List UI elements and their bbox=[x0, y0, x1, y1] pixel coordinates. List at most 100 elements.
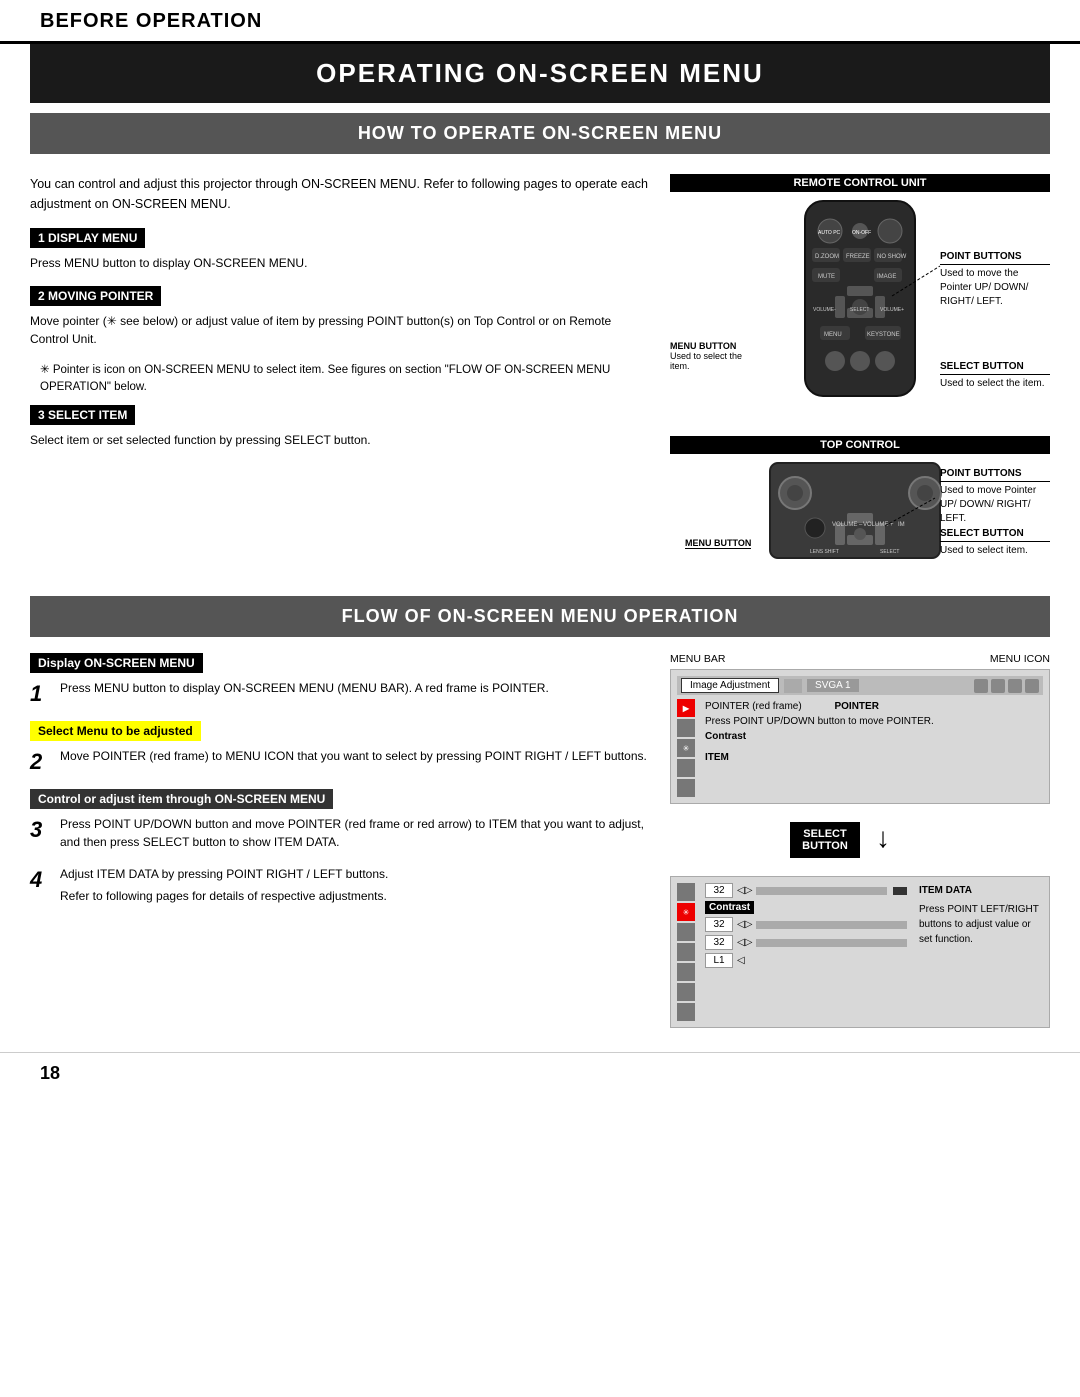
icon-contrast: ✳ bbox=[677, 739, 695, 757]
flow-step4-text1: Adjust ITEM DATA by pressing POINT RIGHT… bbox=[60, 865, 388, 883]
data-arrow-5: ◁ bbox=[737, 955, 745, 966]
step4-number: 4 bbox=[30, 867, 50, 905]
flow-step4-text2: Refer to following pages for details of … bbox=[60, 887, 388, 905]
select-button-box: SELECTBUTTON bbox=[790, 822, 860, 858]
svg-text:MUTE: MUTE bbox=[818, 274, 835, 280]
step1-text: Press MENU button to display ON-SCREEN M… bbox=[30, 254, 650, 272]
menu-tab-image: Image Adjustment bbox=[681, 678, 779, 693]
menu-button-desc: Used to select the item. bbox=[670, 351, 750, 371]
flow-right: MENU BAR MENU ICON Image Adjustment SVGA… bbox=[670, 653, 1050, 1036]
svg-text:VOLUME +: VOLUME + bbox=[863, 522, 894, 528]
svg-text:ON-OFF: ON-OFF bbox=[852, 230, 871, 236]
data-val-5: L1 bbox=[705, 953, 733, 968]
step3-label: 3 SELECT ITEM bbox=[30, 405, 135, 425]
svg-text:KEYSTONE: KEYSTONE bbox=[867, 332, 900, 338]
page-container: BEFORE OPERATION OPERATING ON-SCREEN MEN… bbox=[0, 0, 1080, 1094]
data-arrow-3: ◁▷ bbox=[737, 919, 752, 930]
menu-icon-label: MENU ICON bbox=[990, 653, 1050, 665]
main-title-bar: OPERATING ON-SCREEN MENU bbox=[30, 44, 1050, 103]
page-number-area: 18 bbox=[0, 1052, 1080, 1094]
contrast-label-diag: Contrast bbox=[705, 731, 1043, 742]
arrow-down-icon: ↓ bbox=[876, 822, 890, 854]
data-icon3 bbox=[677, 923, 695, 941]
remote-control-svg: AUTO PC ON-OFF D.ZOOM FREEZE NO SHOW MUT… bbox=[750, 196, 970, 426]
top-select-btn-desc: Used to select item. bbox=[940, 544, 1050, 558]
top-menu-button-label: MENU BUTTON bbox=[685, 538, 751, 548]
svg-text:FREEZE: FREEZE bbox=[846, 254, 870, 260]
svg-text:MENU: MENU bbox=[824, 332, 842, 338]
data-arrow-4: ◁▷ bbox=[737, 937, 752, 948]
select-button-area: SELECTBUTTON ↓ bbox=[670, 812, 1050, 868]
data-icon-contrast: ✳ bbox=[677, 903, 695, 921]
svg-text:LENS SHIFT: LENS SHIFT bbox=[810, 549, 839, 555]
content-area: You can control and adjust this projecto… bbox=[0, 154, 1080, 588]
flow-title: FLOW OF ON-SCREEN MENU OPERATION bbox=[342, 606, 739, 626]
step1-number: 1 bbox=[30, 681, 50, 707]
icon4 bbox=[677, 759, 695, 777]
main-title: OPERATING ON-SCREEN MENU bbox=[316, 58, 764, 88]
top-point-buttons-annotation: POINT BUTTONS Used to move Pointer UP/ D… bbox=[940, 468, 1050, 526]
data-icon5 bbox=[677, 963, 695, 981]
contrast-label-row: Contrast bbox=[705, 901, 754, 914]
data-icons-left: ✳ bbox=[677, 883, 699, 1021]
select-button-desc: Used to select the item. bbox=[940, 377, 1050, 391]
data-display-content: ✳ 32 ◁▷ bbox=[677, 883, 1043, 1021]
step3-block: 3 SELECT ITEM Select item or set selecte… bbox=[30, 405, 650, 449]
left-column: You can control and adjust this projecto… bbox=[30, 174, 650, 568]
step2-block: 2 MOVING POINTER Move pointer (✳ see bel… bbox=[30, 286, 650, 348]
sub-title-bar: HOW TO OPERATE ON-SCREEN MENU bbox=[30, 113, 1050, 154]
step2-label: 2 MOVING POINTER bbox=[30, 286, 161, 306]
item-data-label: ITEM DATA bbox=[919, 883, 1043, 898]
data-icon6 bbox=[677, 983, 695, 1001]
svg-text:NO SHOW: NO SHOW bbox=[877, 254, 907, 260]
flow-step3-label: Control or adjust item through ON-SCREEN… bbox=[30, 789, 333, 809]
intro-text: You can control and adjust this projecto… bbox=[30, 174, 650, 214]
flow-content: Display ON-SCREEN MENU 1 Press MENU butt… bbox=[30, 637, 1050, 1052]
svg-text:AUTO PC: AUTO PC bbox=[818, 230, 841, 236]
diagram-labels-row: MENU BAR MENU ICON bbox=[670, 653, 1050, 665]
top-point-buttons-desc: Used to move Pointer UP/ DOWN/ RIGHT/ LE… bbox=[940, 484, 1050, 526]
menu-button-annotation: MENU BUTTON Used to select the item. bbox=[670, 341, 750, 371]
first-diagram-box: Image Adjustment SVGA 1 ▶ bbox=[670, 669, 1050, 804]
flow-title-bar: FLOW OF ON-SCREEN MENU OPERATION bbox=[30, 596, 1050, 637]
pointer-red-label: POINTER (red frame) bbox=[705, 701, 802, 712]
data-icon1 bbox=[677, 883, 695, 901]
flow-step4-block: 4 Adjust ITEM DATA by pressing POINT RIG… bbox=[30, 865, 650, 905]
step2-text: Move pointer (✳ see below) or adjust val… bbox=[30, 312, 650, 348]
data-icon7 bbox=[677, 1003, 695, 1021]
flow-left: Display ON-SCREEN MENU 1 Press MENU butt… bbox=[30, 653, 650, 1036]
data-row-contrast: Contrast bbox=[705, 901, 907, 914]
flow-step1-text: Press MENU button to display ON-SCREEN M… bbox=[60, 679, 549, 707]
point-buttons-annotation: POINT BUTTONS Used to move the Pointer U… bbox=[940, 251, 1050, 309]
svg-text:IMAGE: IMAGE bbox=[877, 274, 896, 280]
flow-step2: 2 Move POINTER (red frame) to MENU ICON … bbox=[30, 747, 650, 775]
data-row-5: L1 ◁ bbox=[705, 953, 907, 968]
top-control-area: TOP CONTROL bbox=[670, 436, 1050, 568]
icon2 bbox=[677, 719, 695, 737]
top-point-buttons-label: POINT BUTTONS bbox=[940, 468, 1050, 482]
data-icon4 bbox=[677, 943, 695, 961]
flow-section: Display ON-SCREEN MENU 1 Press MENU butt… bbox=[30, 637, 1050, 1052]
flow-step1-label: Display ON-SCREEN MENU bbox=[30, 653, 203, 673]
point-buttons-desc: Used to move the Pointer UP/ DOWN/ RIGHT… bbox=[940, 267, 1050, 309]
right-column: REMOTE CONTROL UNIT AUTO PC ON-OFF bbox=[670, 174, 1050, 568]
remote-control-area: REMOTE CONTROL UNIT AUTO PC ON-OFF bbox=[670, 174, 1050, 426]
select-button-label: SELECT BUTTON bbox=[940, 361, 1050, 375]
before-operation-title: BEFORE OPERATION bbox=[40, 10, 262, 33]
item-data-desc: Press POINT LEFT/RIGHT buttons to adjust… bbox=[919, 902, 1043, 947]
svg-text:IM: IM bbox=[898, 522, 905, 528]
svg-text:D.ZOOM: D.ZOOM bbox=[815, 254, 839, 260]
top-select-button-annotation: SELECT BUTTON Used to select item. bbox=[940, 528, 1050, 558]
pointer-label2: POINTER bbox=[834, 701, 878, 712]
diagram-right-area: POINTER (red frame) POINTER Press POINT … bbox=[705, 699, 1043, 797]
svg-text:VOLUME+: VOLUME+ bbox=[880, 307, 904, 313]
top-select-btn-label: SELECT BUTTON bbox=[940, 528, 1050, 542]
data-val-3: 32 bbox=[705, 917, 733, 932]
flow-step3: 3 Press POINT UP/DOWN button and move PO… bbox=[30, 815, 650, 851]
step3-number: 3 bbox=[30, 817, 50, 851]
select-button-annotation: SELECT BUTTON Used to select the item. bbox=[940, 361, 1050, 391]
item-data-annotations: ITEM DATA Press POINT LEFT/RIGHT buttons… bbox=[913, 883, 1043, 1021]
flow-step3-text: Press POINT UP/DOWN button and move POIN… bbox=[60, 815, 650, 851]
item-label: ITEM bbox=[705, 752, 1043, 763]
svg-text:SELECT: SELECT bbox=[880, 549, 899, 555]
